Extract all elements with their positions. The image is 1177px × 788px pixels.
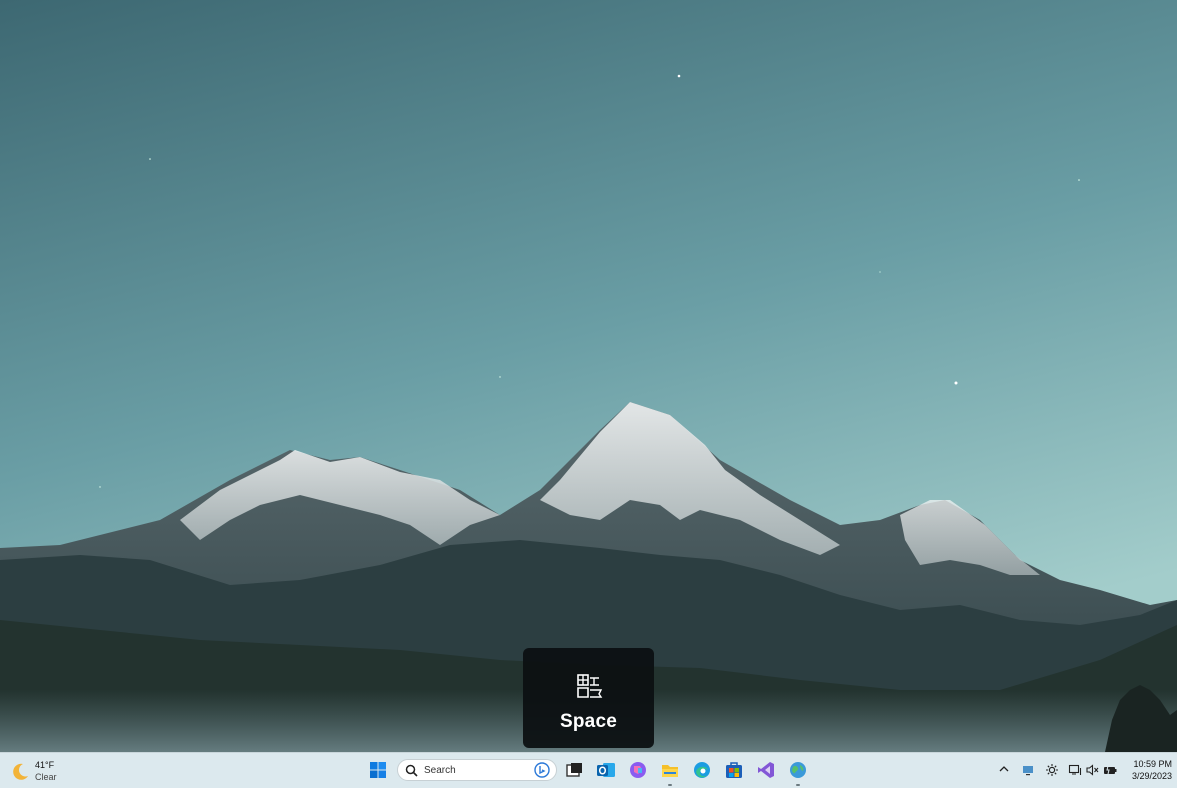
weather-widget[interactable]: 41°F Clear (10, 759, 70, 783)
desktop-wallpaper (0, 0, 1177, 752)
outlook-app[interactable] (595, 759, 617, 781)
bing-icon[interactable] (534, 762, 550, 778)
edge-icon (694, 762, 710, 778)
clock-date: 3/29/2023 (1131, 771, 1172, 781)
globe-icon (790, 762, 806, 778)
start-button[interactable] (367, 759, 389, 781)
copilot-app[interactable] (627, 759, 649, 781)
search-placeholder: Search (424, 765, 456, 776)
display-icon[interactable] (1021, 763, 1035, 777)
windows-start-icon (370, 762, 386, 778)
store-icon (726, 762, 742, 778)
system-clock[interactable]: 10:59 PM 3/29/2023 (1122, 758, 1172, 782)
visual-studio-icon (758, 762, 774, 778)
running-indicator (668, 784, 672, 786)
taskbar-search-box[interactable]: Search (397, 759, 557, 781)
ime-mode-label: Space (560, 711, 617, 732)
clock-time: 10:59 PM (1133, 759, 1172, 769)
edge-app[interactable] (691, 759, 713, 781)
weather-condition: Clear (35, 772, 57, 782)
search-icon (405, 764, 418, 777)
file-explorer-app[interactable] (659, 759, 681, 786)
volume-mute-icon[interactable] (1085, 763, 1099, 777)
network-icon[interactable] (1068, 763, 1082, 777)
folder-icon (662, 765, 678, 777)
running-indicator (796, 784, 800, 786)
outlook-icon (597, 763, 615, 777)
microsoft-store-app[interactable] (723, 759, 745, 781)
battery-icon[interactable] (1103, 763, 1117, 777)
chevron-up-icon[interactable] (998, 763, 1010, 775)
task-view-icon (566, 763, 582, 777)
ime-mode-icon (577, 674, 603, 698)
taskbar: 41°F Clear Search 10:59 PM 3/29/2023 (0, 752, 1177, 788)
task-view-button[interactable] (563, 759, 585, 781)
weather-temperature: 41°F (35, 760, 55, 770)
globe-app[interactable] (787, 759, 809, 786)
brightness-icon[interactable] (1045, 763, 1059, 777)
moon-icon (13, 763, 28, 780)
visual-studio-app[interactable] (755, 759, 777, 781)
copilot-icon (630, 762, 646, 778)
mountain-landscape (0, 0, 1177, 752)
ime-mode-popup: Space (523, 648, 654, 748)
